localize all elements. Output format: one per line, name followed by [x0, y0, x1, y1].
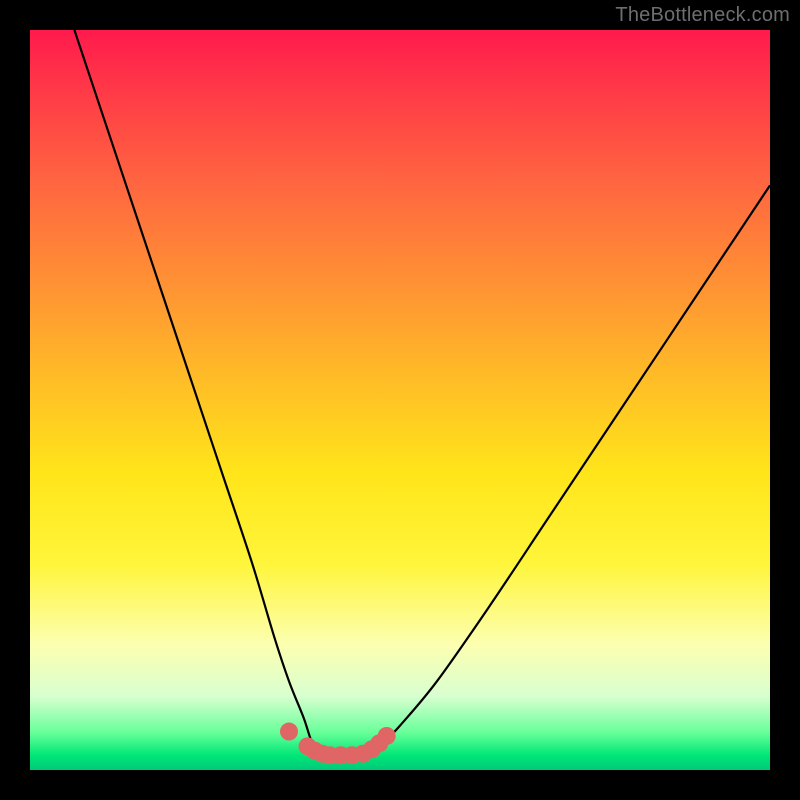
plot-area: [30, 30, 770, 770]
highlight-dots-group: [280, 723, 396, 765]
bottleneck-curve: [74, 30, 770, 755]
chart-frame: TheBottleneck.com: [0, 0, 800, 800]
highlight-dot: [378, 727, 396, 745]
chart-svg: [30, 30, 770, 770]
highlight-dot: [280, 723, 298, 741]
watermark-text: TheBottleneck.com: [615, 4, 790, 27]
